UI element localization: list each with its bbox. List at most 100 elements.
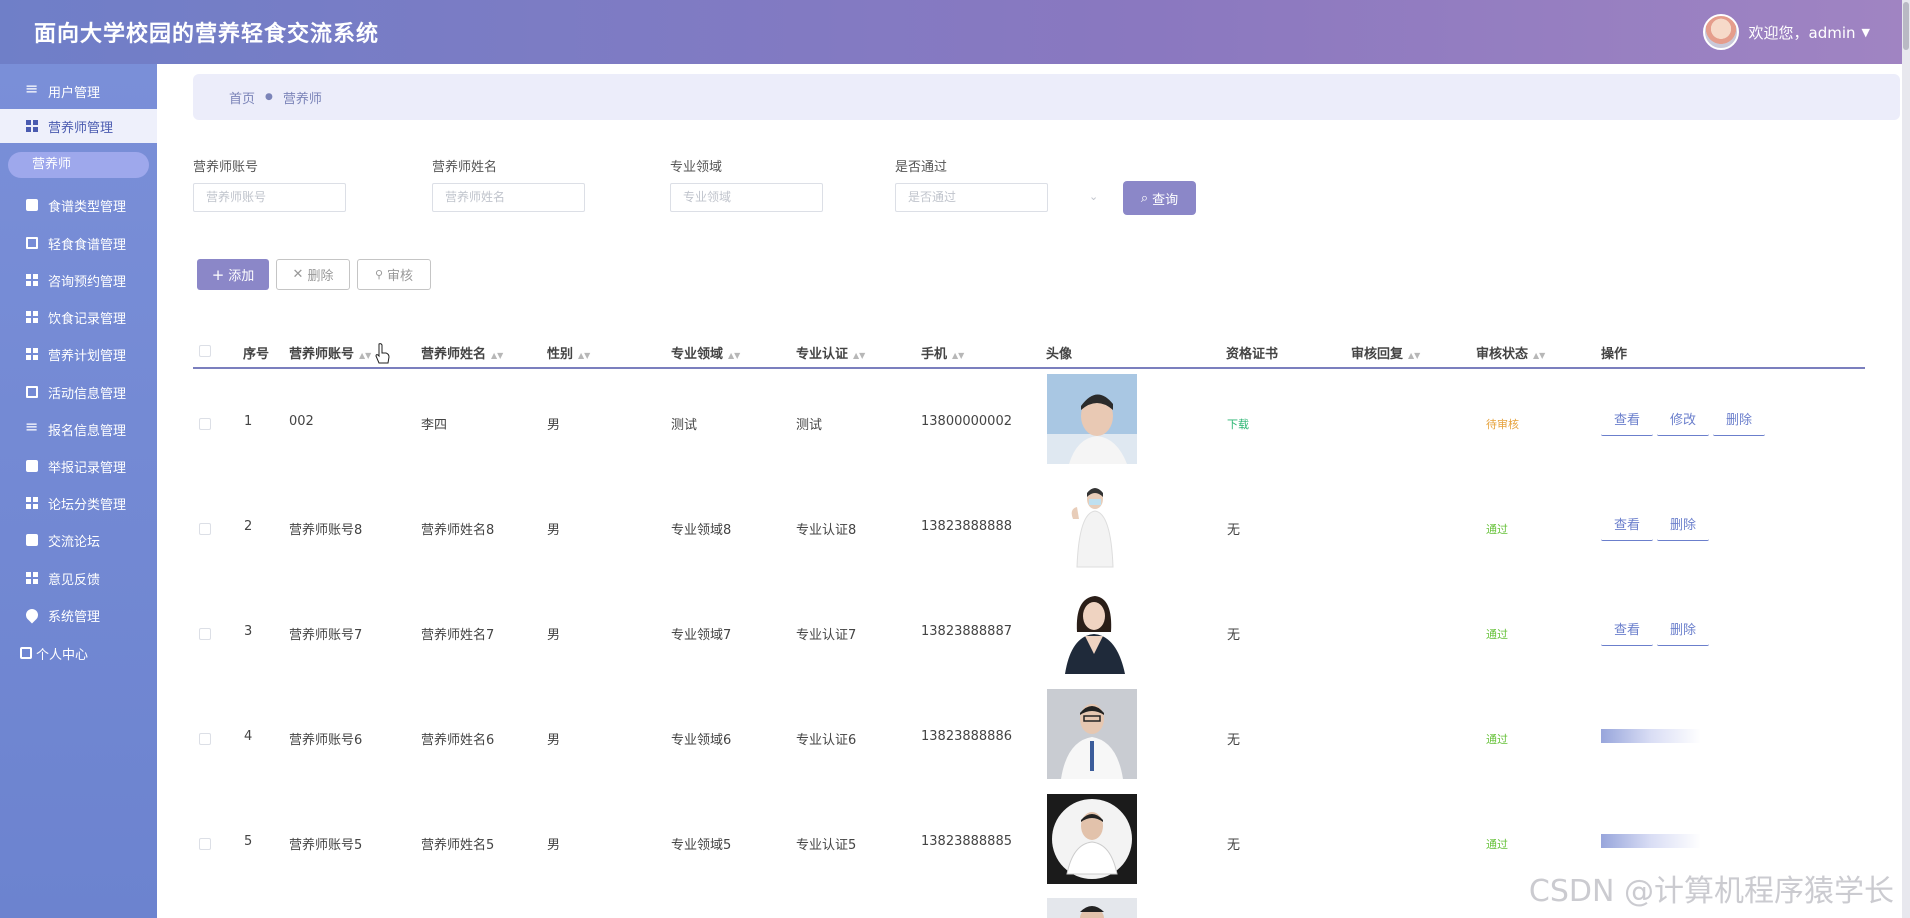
- delete-button[interactable]: ✕ 删除: [276, 259, 350, 290]
- cell-account: 营养师账号6: [289, 733, 363, 748]
- screen-icon: [26, 237, 38, 249]
- close-icon: ✕: [292, 267, 304, 282]
- avatar-photo: [1047, 584, 1137, 674]
- col-header-gender[interactable]: 性别 ▲▼: [547, 343, 590, 362]
- delete-row-button[interactable]: 删除: [1713, 408, 1765, 436]
- table-row: 3 营养师账号7 营养师姓名7 男 专业领域7 专业认证7 1382388888…: [193, 580, 1865, 685]
- add-button[interactable]: + 添加: [197, 259, 269, 290]
- row-checkbox[interactable]: [199, 418, 211, 430]
- user-menu[interactable]: 欢迎您，admin ▼: [1702, 14, 1870, 50]
- view-button[interactable]: 查看: [1601, 408, 1653, 436]
- cell-name: 营养师姓名7: [421, 628, 495, 643]
- sidebar-item-registration[interactable]: 报名信息管理: [0, 412, 157, 446]
- cell-no: 3: [244, 624, 253, 639]
- sidebar-item-nutritionist-management[interactable]: 营养师管理: [0, 109, 157, 143]
- row-checkbox[interactable]: [199, 523, 211, 535]
- grid-icon: [26, 348, 38, 360]
- cell-gender: 男: [547, 418, 561, 433]
- cell-field: 专业领域7: [671, 628, 732, 643]
- avatar-photo: [1047, 479, 1137, 569]
- download-link[interactable]: 下载: [1227, 416, 1249, 432]
- query-button[interactable]: ⌕ 查询: [1123, 181, 1196, 215]
- sidebar-item-diet-record[interactable]: 饮食记录管理: [0, 300, 157, 334]
- cell-gender: 男: [547, 733, 561, 748]
- sidebar-item-forum-category[interactable]: 论坛分类管理: [0, 486, 157, 520]
- grid-icon: [26, 572, 38, 584]
- sidebar-item-label: 咨询预约管理: [48, 274, 127, 290]
- row-checkbox[interactable]: [199, 733, 211, 745]
- book-icon: [26, 199, 38, 211]
- avatar[interactable]: [1702, 14, 1739, 50]
- col-header-no: 序号: [243, 347, 270, 362]
- sidebar-item-consult[interactable]: 咨询预约管理: [0, 263, 157, 297]
- breadcrumb-home[interactable]: 首页: [229, 88, 255, 107]
- action-buttons-blurred[interactable]: [1601, 834, 1701, 848]
- col-header-status[interactable]: 审核状态 ▲▼: [1476, 343, 1545, 362]
- cell-cert: 专业认证8: [796, 523, 857, 538]
- sidebar-item-forum[interactable]: 交流论坛: [0, 523, 157, 557]
- cell-account: 002: [289, 414, 314, 429]
- sidebar-item-label: 交流论坛: [48, 534, 101, 550]
- status-badge: 通过: [1486, 733, 1508, 746]
- col-header-account[interactable]: 营养师账号 ▲▼: [289, 343, 371, 362]
- delete-row-button[interactable]: 删除: [1657, 618, 1709, 646]
- view-button[interactable]: 查看: [1601, 618, 1653, 646]
- select-all-checkbox[interactable]: [199, 345, 211, 357]
- grid-icon: [26, 497, 38, 509]
- pin-icon: [23, 606, 41, 624]
- edit-button[interactable]: 修改: [1657, 408, 1709, 436]
- sidebar-item-label: 轻食食谱管理: [48, 237, 127, 253]
- sidebar-item-profile[interactable]: 个人中心: [0, 636, 157, 670]
- cell-field: 专业领域6: [671, 733, 732, 748]
- sidebar-item-system[interactable]: 系统管理: [0, 598, 157, 632]
- scrollbar[interactable]: [1902, 0, 1910, 918]
- col-header-name[interactable]: 营养师姓名 ▲▼: [421, 343, 503, 362]
- cell-name: 营养师姓名8: [421, 523, 495, 538]
- sort-icon: ▲▼: [1533, 351, 1546, 360]
- col-header-reply[interactable]: 审核回复 ▲▼: [1351, 343, 1420, 362]
- sidebar-item-label: 举报记录管理: [48, 460, 127, 476]
- col-header-cert[interactable]: 专业认证 ▲▼: [796, 343, 865, 362]
- search-input-account[interactable]: 营养师账号: [193, 183, 346, 212]
- view-button[interactable]: 查看: [1601, 513, 1653, 541]
- row-checkbox[interactable]: [199, 838, 211, 850]
- sidebar-item-user-management[interactable]: 用户管理: [0, 74, 157, 108]
- sidebar-item-light-recipe[interactable]: 轻食食谱管理: [0, 226, 157, 260]
- sidebar-item-report[interactable]: 举报记录管理: [0, 449, 157, 483]
- search-input-field[interactable]: 专业领域: [670, 183, 823, 212]
- audit-button[interactable]: ⚲ 审核: [357, 259, 431, 290]
- sidebar-item-label: 系统管理: [48, 609, 101, 625]
- cell-cert: 专业认证5: [796, 838, 857, 853]
- license-none: 无: [1227, 838, 1241, 853]
- sidebar-item-feedback[interactable]: 意见反馈: [0, 561, 157, 595]
- delete-row-button[interactable]: 删除: [1657, 513, 1709, 541]
- action-buttons-blurred[interactable]: [1601, 729, 1701, 743]
- sort-icon: ▲▼: [578, 351, 591, 360]
- cell-field: 专业领域8: [671, 523, 732, 538]
- col-header-phone[interactable]: 手机 ▲▼: [921, 343, 964, 362]
- sidebar-item-activity[interactable]: 活动信息管理: [0, 375, 157, 409]
- scrollbar-thumb[interactable]: [1903, 2, 1909, 50]
- cell-field: 测试: [671, 418, 698, 433]
- row-checkbox[interactable]: [199, 628, 211, 640]
- sidebar-item-nutrition-plan[interactable]: 营养计划管理: [0, 337, 157, 371]
- status-badge: 通过: [1486, 628, 1508, 641]
- breadcrumb-separator: ●: [265, 92, 273, 102]
- sidebar-item-recipe-type[interactable]: 食谱类型管理: [0, 188, 157, 222]
- breadcrumb-current: 营养师: [282, 91, 322, 107]
- list-icon: [25, 79, 38, 98]
- cell-cert: 专业认证6: [796, 733, 857, 748]
- sidebar-subitem-nutritionist[interactable]: 营养师: [8, 152, 149, 178]
- col-header-field[interactable]: 专业领域 ▲▼: [671, 343, 740, 362]
- search-icon: ⌕: [1140, 190, 1149, 206]
- sort-icon: ▲▼: [952, 351, 965, 360]
- caret-down-icon[interactable]: ▼: [1862, 26, 1870, 39]
- sidebar: 用户管理 营养师管理 营养师 食谱类型管理 轻食食谱管理 咨询预约管理 饮食记录…: [0, 64, 157, 918]
- stamp-icon: ⚲: [374, 268, 384, 281]
- chevron-down-icon[interactable]: ⌄: [1089, 190, 1098, 203]
- search-select-approved[interactable]: 是否通过: [895, 183, 1048, 212]
- breadcrumb: 首页 ● 营养师: [193, 74, 1900, 120]
- search-input-name[interactable]: 营养师姓名: [432, 183, 585, 212]
- cell-phone: 13823888887: [921, 624, 1012, 639]
- col-header-avatar: 头像: [1046, 347, 1073, 362]
